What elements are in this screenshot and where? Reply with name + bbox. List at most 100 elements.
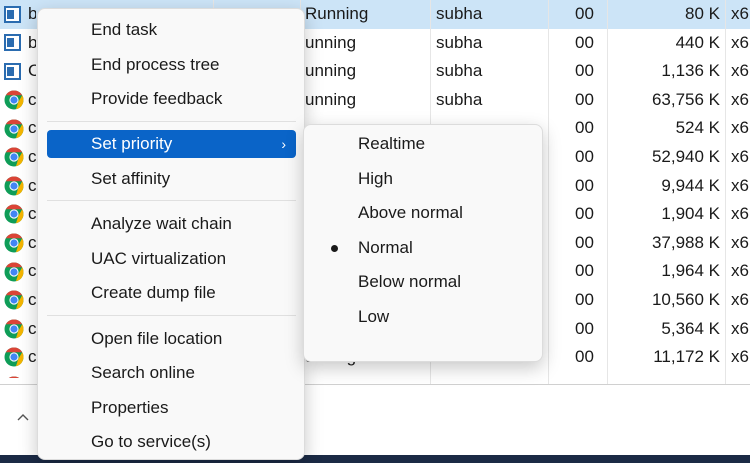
process-cpu: 00 (575, 4, 594, 23)
process-icon-cell (4, 343, 26, 372)
priority-below-normal[interactable]: Below normal (312, 268, 536, 296)
priority-above-normal[interactable]: Above normal (312, 199, 536, 227)
menu-item-label: End process tree (91, 55, 220, 74)
menu-item-label: Set affinity (91, 169, 171, 188)
process-cpu: 00 (575, 204, 594, 224)
process-architecture: x6 (731, 232, 749, 252)
process-icon-cell (4, 172, 26, 201)
menu-item-provide-feedback[interactable]: Provide feedback (47, 85, 296, 113)
menu-item-label: Provide feedback (91, 89, 223, 108)
column-divider[interactable] (725, 0, 726, 384)
process-cpu: 00 (575, 61, 594, 81)
process-cpu: 00 (575, 290, 594, 309)
column-divider[interactable] (607, 0, 608, 384)
priority-label: Realtime (358, 134, 426, 153)
menu-item-search-online[interactable]: Search online (47, 359, 296, 387)
process-status: unning (305, 61, 357, 81)
menu-item-properties[interactable]: Properties (47, 394, 296, 422)
chrome-icon (4, 176, 24, 196)
chrome-icon (4, 347, 24, 367)
process-cpu: 00 (575, 261, 594, 281)
process-name: c (28, 290, 36, 309)
process-cpu: 00 (575, 347, 594, 367)
process-architecture: x6 (731, 4, 749, 23)
process-memory: 37,988 K (651, 232, 720, 252)
app-window-icon (4, 5, 21, 23)
menu-item-analyze-wait-chain[interactable]: Analyze wait chain (47, 210, 296, 238)
process-user: subha (436, 89, 483, 109)
process-memory: 80 K (685, 4, 720, 23)
process-name: C (28, 61, 36, 81)
menu-item-end-process-tree[interactable]: End process tree (47, 51, 296, 79)
priority-submenu: Realtime High Above normal Normal Below norm… (303, 124, 543, 362)
priority-low[interactable]: Low (312, 303, 536, 331)
process-memory: 1,964 K (661, 261, 720, 281)
chrome-icon (4, 262, 24, 282)
chrome-icon (9, 376, 19, 378)
process-name: b (28, 4, 36, 23)
menu-item-label: Create dump file (91, 283, 216, 302)
process-architecture: x6 (731, 261, 749, 281)
priority-high[interactable]: High (312, 165, 536, 193)
process-name: c (28, 347, 36, 367)
menu-separator (47, 121, 296, 122)
process-memory: 9,944 K (661, 175, 720, 195)
menu-item-create-dump-file[interactable]: Create dump file (47, 279, 296, 307)
process-architecture: x6 (731, 147, 749, 166)
process-cpu: 00 (575, 89, 594, 109)
process-memory: 63,756 K (651, 89, 720, 109)
process-name: c (28, 204, 36, 224)
menu-item-open-file-location[interactable]: Open file location (47, 325, 296, 353)
process-name: c (28, 89, 36, 109)
process-icon-cell (4, 29, 26, 58)
process-memory: 52,940 K (651, 147, 720, 166)
process-architecture: x6 (731, 347, 749, 367)
process-icon-cell (4, 229, 26, 258)
process-name: c (28, 175, 36, 195)
process-cpu: 00 (575, 318, 594, 338)
process-memory: 10,560 K (651, 290, 720, 309)
chevron-up-icon[interactable] (16, 410, 30, 424)
process-icon-cell (4, 57, 26, 86)
chrome-icon (4, 90, 24, 110)
process-user: subha (436, 4, 483, 23)
menu-item-label: Open file location (91, 329, 223, 348)
process-memory: 1,904 K (661, 204, 720, 224)
process-icon-cell (4, 372, 26, 378)
priority-label: Above normal (358, 203, 463, 222)
menu-item-set-priority[interactable]: Set priority › (47, 130, 296, 158)
process-icon-cell (4, 114, 26, 143)
process-icon-cell (4, 143, 26, 172)
process-name: c (28, 318, 36, 338)
bullet-icon (331, 245, 338, 252)
process-architecture: x6 (731, 32, 749, 52)
menu-item-go-to-service-s[interactable]: Go to service(s) (47, 428, 296, 456)
chevron-right-icon: › (281, 136, 286, 152)
process-architecture: x6 (731, 89, 749, 109)
menu-item-label: Go to service(s) (91, 432, 211, 451)
process-name: c (28, 118, 36, 138)
priority-realtime[interactable]: Realtime (312, 130, 536, 158)
priority-label: Below normal (358, 272, 461, 291)
process-memory: 1,136 K (661, 61, 720, 81)
chrome-icon (4, 204, 24, 224)
menu-item-uac-virtualization[interactable]: UAC virtualization (47, 245, 296, 273)
menu-item-set-affinity[interactable]: Set affinity (47, 165, 296, 193)
process-memory: 440 K (675, 32, 720, 52)
process-name: c (28, 261, 36, 281)
process-context-menu: End task End process tree Provide feedback… (37, 8, 305, 460)
process-architecture: x6 (731, 204, 749, 224)
priority-normal[interactable]: Normal (312, 234, 536, 262)
process-user: subha (436, 32, 483, 52)
process-memory: 524 K (675, 118, 720, 138)
priority-label: High (358, 169, 393, 188)
priority-label: Low (358, 307, 390, 326)
menu-item-end-task[interactable]: End task (47, 16, 296, 44)
process-architecture: x6 (731, 290, 749, 309)
chrome-icon (4, 319, 24, 339)
app-window-icon (4, 62, 21, 80)
menu-item-label: Properties (91, 398, 169, 417)
process-icon-cell (4, 257, 26, 286)
process-user: subha (436, 61, 483, 81)
column-divider[interactable] (548, 0, 549, 384)
